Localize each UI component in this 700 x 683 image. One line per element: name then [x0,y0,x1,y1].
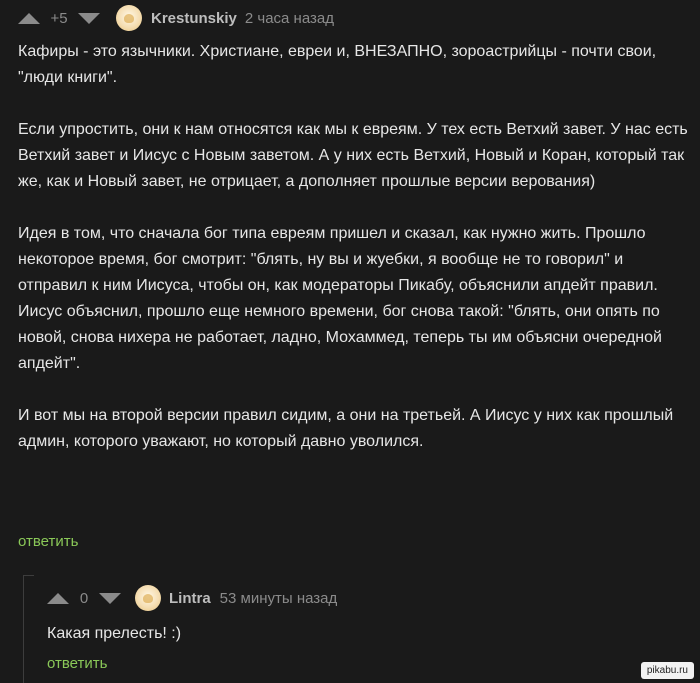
comment-paragraph: Идея в том, что сначала бог типа евреям … [18,225,662,372]
reply-link[interactable]: ответить [47,655,107,672]
comment-paragraph: Кафиры - это язычники. Христиане, евреи … [18,43,657,86]
reply-link[interactable]: ответить [18,533,78,550]
comment-body: Кафиры - это язычники. Христиане, евреи … [18,39,690,455]
timestamp: 2 часа назад [244,9,334,27]
vote-down-icon[interactable] [78,12,100,24]
comment-header: +5 Krestunskiy 2 часа назад [18,0,334,36]
vote-up-icon[interactable] [47,592,69,604]
vote-up-icon[interactable] [18,12,40,24]
comment-paragraph: Если упростить, они к нам относятся как … [18,121,688,190]
comment-body: Какая прелесть! :) [47,621,687,647]
comment-paragraph: И вот мы на второй версии правил сидим, … [18,407,674,450]
comment-paragraph: Какая прелесть! :) [47,625,182,642]
site-watermark: pikabu.ru [640,662,694,679]
username[interactable]: Lintra [169,590,211,607]
comment-rating: 0 [79,589,89,607]
username[interactable]: Krestunskiy [151,10,237,27]
avatar[interactable] [116,5,142,31]
comment-rating: +5 [50,9,68,27]
comment-header: 0 Lintra 53 минуты назад [47,580,337,616]
avatar[interactable] [135,585,161,611]
vote-down-icon[interactable] [99,592,121,604]
thread-line [23,575,34,683]
timestamp: 53 минуты назад [219,589,338,607]
